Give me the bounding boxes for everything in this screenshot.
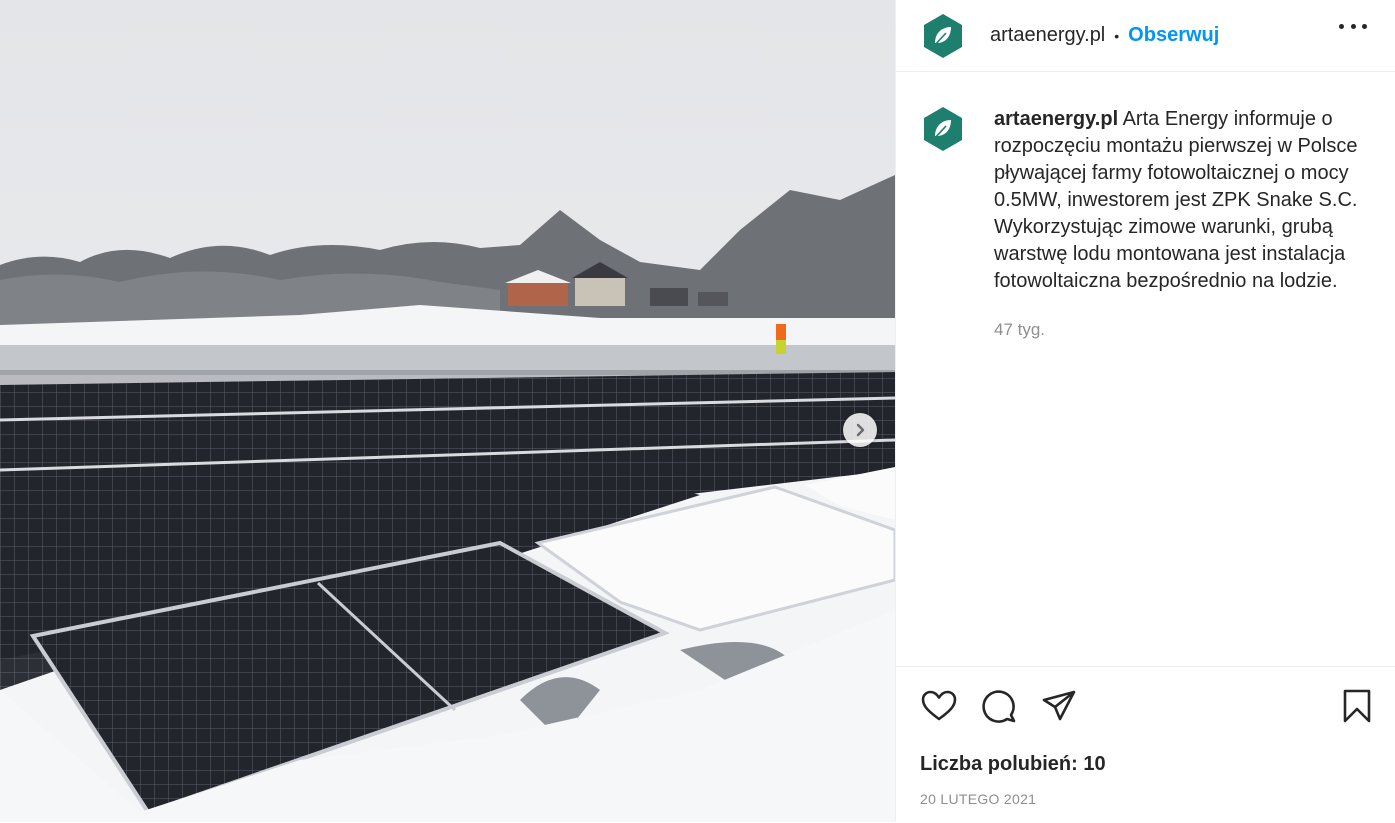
follow-button[interactable]: Obserwuj	[1128, 24, 1219, 47]
post-photo[interactable]	[0, 0, 895, 822]
heart-icon[interactable]	[920, 687, 958, 725]
separator-dot: •	[1114, 27, 1120, 44]
likes-count[interactable]: Liczba polubień: 10	[920, 753, 1106, 776]
action-icons	[920, 687, 1078, 725]
username-link[interactable]: artaenergy.pl	[990, 24, 1105, 47]
caption-text: artaenergy.pl Arta Energy informuje o ro…	[994, 106, 1374, 295]
caption-username[interactable]: artaenergy.pl	[994, 108, 1118, 130]
comment-icon[interactable]	[980, 687, 1018, 725]
actions-section: Liczba polubień: 10 20 LUTEGO 2021	[896, 666, 1395, 823]
post-caption: artaenergy.pl Arta Energy informuje o ro…	[920, 106, 1380, 295]
time-ago[interactable]: 47 tyg.	[994, 320, 1045, 340]
post-date[interactable]: 20 LUTEGO 2021	[920, 791, 1036, 807]
caption-avatar[interactable]	[920, 106, 966, 152]
solar-farm-image	[0, 0, 895, 822]
next-photo-button[interactable]	[843, 413, 877, 447]
bookmark-icon[interactable]	[1338, 687, 1376, 725]
instagram-post: artaenergy.pl • Obserwuj artaenergy.pl A…	[0, 0, 1395, 822]
post-header: artaenergy.pl • Obserwuj	[896, 0, 1395, 72]
caption-body: Arta Energy informuje o rozpoczęciu mont…	[994, 108, 1358, 292]
post-side-panel: artaenergy.pl • Obserwuj artaenergy.pl A…	[895, 0, 1395, 822]
chevron-right-icon	[856, 423, 865, 437]
avatar[interactable]	[920, 13, 966, 59]
paper-plane-icon[interactable]	[1040, 687, 1078, 725]
more-options-icon[interactable]	[1339, 16, 1367, 36]
